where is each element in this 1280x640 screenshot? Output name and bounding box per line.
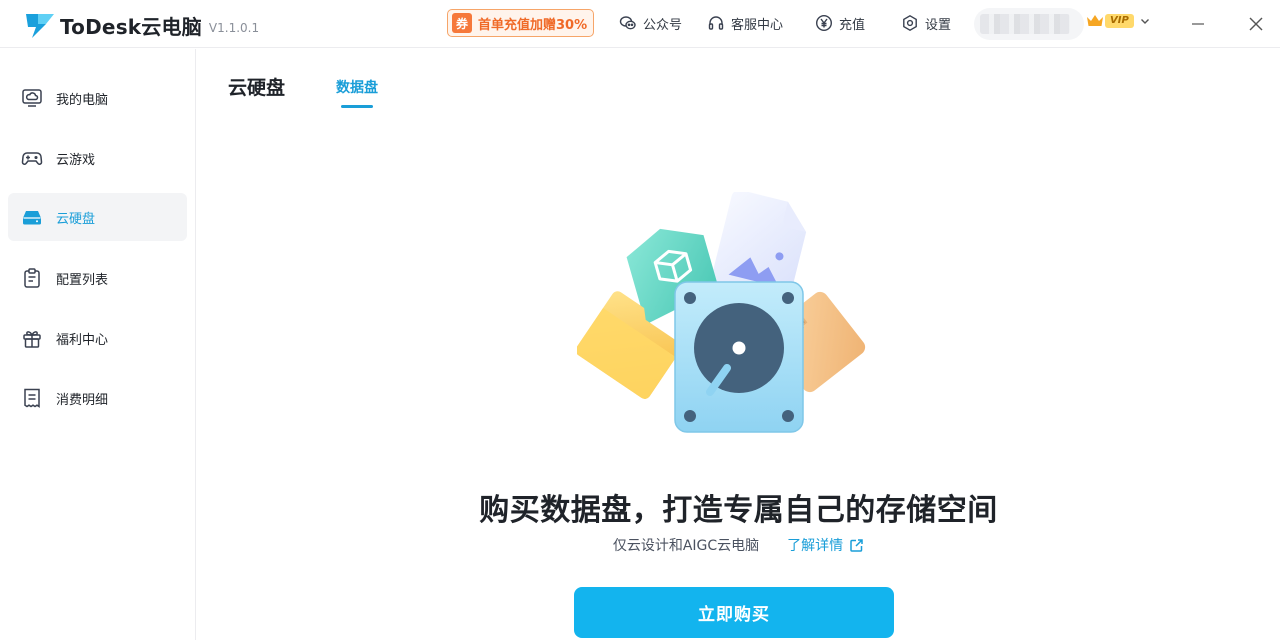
clipboard-icon: [24, 268, 40, 288]
sidebar-item-label: 云硬盘: [56, 211, 96, 227]
yen-icon: [815, 14, 833, 32]
sidebar: 我的电脑 云游戏 云硬盘 配置列表 福利中心 消费明细: [0, 49, 196, 640]
minimize-button[interactable]: [1188, 14, 1208, 34]
user-account[interactable]: [974, 8, 1084, 40]
subtext: 仅云设计和AIGC云电脑: [612, 538, 760, 554]
close-button[interactable]: [1246, 14, 1266, 34]
customer-service-label: 客服中心: [731, 17, 784, 33]
promo-text: 首单充值加赠30%: [478, 17, 588, 33]
hard-drive-icon: [23, 211, 41, 225]
coupon-icon: 券: [452, 13, 472, 33]
sidebar-item-label: 消费明细: [56, 392, 109, 408]
recharge-label: 充值: [839, 17, 866, 33]
sidebar-item-label: 我的电脑: [56, 92, 109, 108]
vip-badge: VIP: [1105, 14, 1134, 28]
headline: 购买数据盘，打造专属自己的存储空间: [479, 493, 998, 528]
vip-dropdown[interactable]: VIP: [1086, 14, 1150, 28]
sidebar-item-label: 云游戏: [56, 152, 96, 168]
external-link-icon: [850, 538, 863, 552]
sidebar-item-consumption-details[interactable]: 消费明细: [8, 374, 187, 422]
crown-icon: [1087, 15, 1103, 26]
main-content: 云硬盘 数据盘 购买数据盘，打造专属自己的存储空间 仅云设计和AIGC云电脑 了…: [197, 49, 1280, 640]
official-account-label: 公众号: [643, 17, 683, 33]
sidebar-item-cloud-drive[interactable]: 云硬盘: [8, 193, 187, 241]
chevron-down-icon: [1140, 19, 1149, 24]
settings-button[interactable]: 设置: [901, 13, 951, 33]
gift-icon: [23, 331, 41, 348]
app-version: V1.1.0.1: [208, 21, 260, 35]
sidebar-item-welfare-center[interactable]: 福利中心: [8, 314, 187, 362]
first-recharge-promo[interactable]: 券 首单充值加赠30%: [447, 9, 595, 37]
subtext-row: 仅云设计和AIGC云电脑 了解详情: [197, 535, 1280, 555]
wechat-icon: [619, 16, 636, 30]
page-title: 云硬盘: [228, 77, 286, 99]
monitor-cloud-icon: [22, 89, 42, 107]
app-name: ToDesk云电脑: [60, 14, 202, 39]
gamepad-icon: [21, 152, 43, 165]
learn-more-link[interactable]: 了解详情: [787, 535, 864, 555]
gear-icon: [903, 14, 917, 32]
sidebar-item-cloud-game[interactable]: 云游戏: [8, 134, 187, 182]
tab-active-indicator: [341, 105, 373, 108]
todesk-logo-icon: [26, 14, 54, 38]
sidebar-item-label: 配置列表: [56, 272, 109, 288]
sidebar-item-label: 福利中心: [56, 332, 109, 348]
blurred-username: [980, 14, 1070, 34]
cloud-drive-illustration: [577, 192, 866, 433]
tab-data-disk[interactable]: 数据盘: [336, 77, 378, 97]
sidebar-item-config-list[interactable]: 配置列表: [8, 254, 187, 302]
sidebar-item-my-computer[interactable]: 我的电脑: [8, 74, 187, 122]
headset-icon: [708, 16, 724, 30]
official-account-button[interactable]: 公众号: [619, 13, 682, 33]
recharge-button[interactable]: 充值: [815, 13, 865, 33]
title-bar: ToDesk云电脑 V1.1.0.1 券 首单充值加赠30% 公众号 客服中心 …: [0, 0, 1280, 48]
learn-more-label: 了解详情: [787, 538, 844, 554]
receipt-icon: [24, 388, 40, 408]
customer-service-button[interactable]: 客服中心: [707, 13, 783, 33]
settings-label: 设置: [925, 17, 952, 33]
buy-now-button[interactable]: 立即购买: [574, 587, 894, 638]
app-logo: ToDesk云电脑 V1.1.0.1: [24, 10, 259, 40]
